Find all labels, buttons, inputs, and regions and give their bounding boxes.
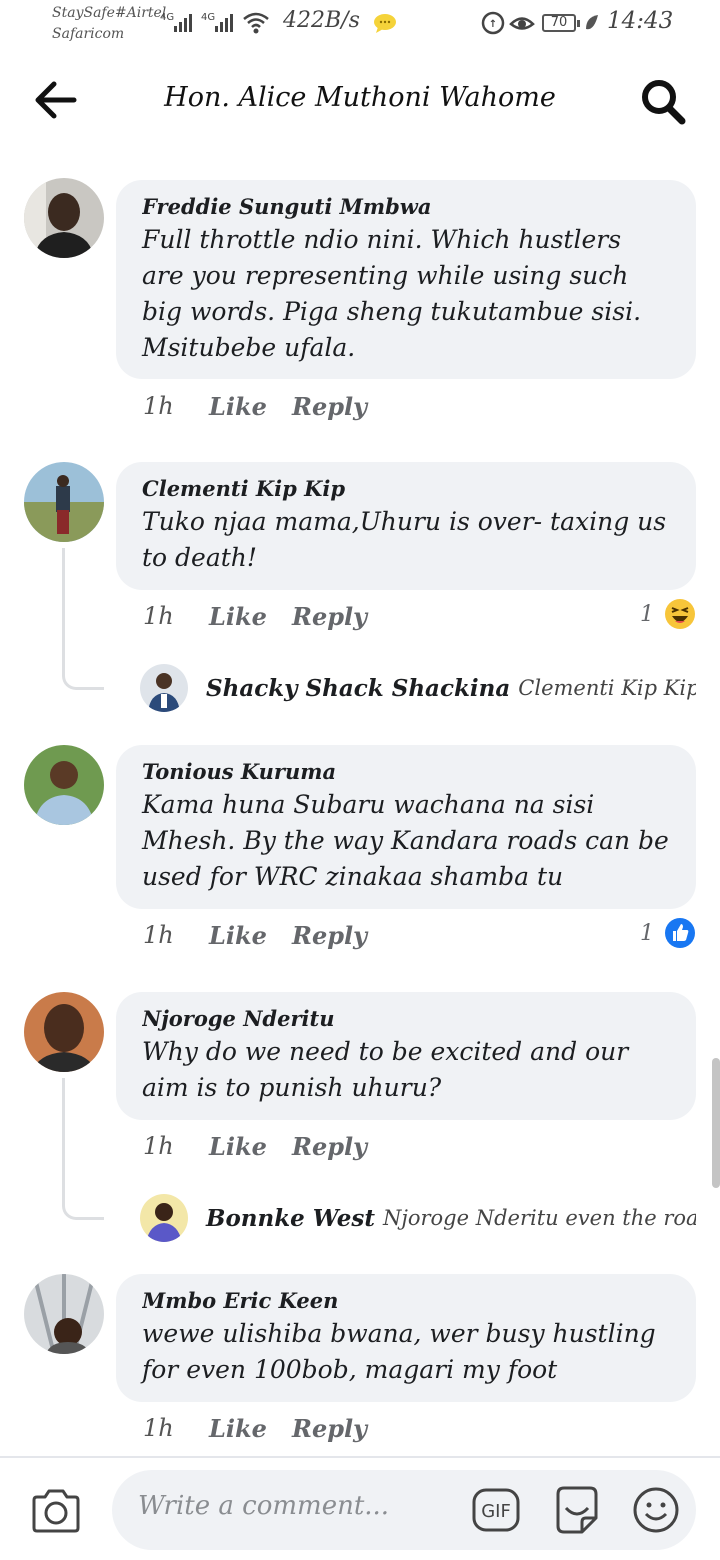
svg-text:GIF: GIF (481, 1501, 511, 1522)
comment-time[interactable]: 1h (143, 602, 209, 631)
comment-time[interactable]: 1h (143, 1414, 209, 1443)
reply-avatar[interactable] (140, 664, 188, 712)
comment-text: Tuko njaa mama,Uhuru is over- taxing us … (142, 507, 667, 572)
emoji-icon[interactable] (632, 1486, 680, 1534)
comment-author[interactable]: Tonious Kuruma (142, 759, 432, 785)
comment-input-placeholder: Write a comment... (138, 1491, 390, 1521)
data-saver-icon: ↑ (481, 11, 505, 35)
carrier-1: StaySafe#Airtel (52, 5, 167, 21)
comment-time[interactable]: 1h (143, 1132, 209, 1161)
wifi-icon (243, 12, 269, 34)
comment-actions: 1h Like Reply (143, 1132, 367, 1161)
signal-bars-2-icon (215, 10, 233, 32)
comment-author[interactable]: Njoroge Nderitu (142, 1006, 432, 1032)
avatar[interactable] (24, 462, 104, 542)
reaction-summary[interactable]: 1 (640, 917, 696, 949)
comment-actions: 1h Like Reply (143, 1414, 367, 1443)
comment-actions: 1h Like Reply (143, 392, 367, 421)
comment-author[interactable]: Mmbo Eric Keen (142, 1288, 432, 1314)
battery-indicator: 70 (542, 14, 580, 32)
avatar[interactable] (24, 745, 104, 825)
comment-text: Kama huna Subaru wachana na sisi Mhesh. … (142, 790, 669, 891)
avatar[interactable] (24, 992, 104, 1072)
comment-text: wewe ulishiba bwana, wer busy hustling f… (142, 1319, 656, 1384)
header: Hon. Alice Muthoni Wahome (0, 52, 720, 148)
avatar[interactable] (24, 1274, 104, 1354)
reply-preview-text: Clementi Kip Kip Bre... (518, 676, 696, 700)
comment-bubble[interactable]: Njoroge Nderitu Why do we need to be exc… (116, 992, 696, 1120)
comment-author[interactable]: Freddie Sunguti Mmbwavi (142, 194, 432, 220)
reaction-summary[interactable]: 1 (640, 598, 696, 630)
thumbs-up-icon (665, 918, 695, 948)
reaction-count: 1 (640, 601, 654, 627)
like-button[interactable]: Like (209, 392, 292, 421)
reply-preview[interactable]: Bonnke West Njoroge Nderitu even the roa… (140, 1194, 696, 1242)
reply-button[interactable]: Reply (292, 602, 367, 631)
signal-bars-1-icon (174, 10, 192, 32)
reply-author[interactable]: Bonnke West (206, 1205, 375, 1232)
comment-bubble[interactable]: Tonious Kuruma Kama huna Subaru wachana … (116, 745, 696, 909)
reply-thread-line (62, 548, 104, 690)
like-button[interactable]: Like (209, 602, 292, 631)
like-button[interactable]: Like (209, 1414, 292, 1443)
comment-bubble[interactable]: Clementi Kip Kip Tuko njaa mama,Uhuru is… (116, 462, 696, 590)
comment-time[interactable]: 1h (143, 921, 209, 950)
carrier-2: Safaricom (52, 26, 125, 42)
comment-bubble[interactable]: Freddie Sunguti Mmbwavi Full throttle nd… (116, 180, 696, 379)
reply-thread-line (62, 1078, 104, 1220)
sticker-icon[interactable] (552, 1484, 602, 1536)
scrollbar-thumb[interactable] (712, 1058, 720, 1188)
page-title: Hon. Alice Muthoni Wahome (164, 82, 556, 113)
clock: 14:43 (607, 8, 674, 34)
comment-actions: 1h Like Reply (143, 921, 367, 950)
messenger-bubble-icon (374, 14, 396, 33)
status-bar: StaySafe#Airtel Safaricom 4G 4G 422B/s ↑… (0, 0, 720, 52)
network-type-2: 4G (201, 12, 216, 23)
reply-preview-text: Njoroge Nderitu even the roads d... (382, 1206, 696, 1230)
comment-text: Why do we need to be excited and our aim… (142, 1037, 629, 1102)
like-button[interactable]: Like (209, 921, 292, 950)
comment-composer: Write a comment... GIF (0, 1456, 720, 1560)
reply-button[interactable]: Reply (292, 1414, 367, 1443)
reply-button[interactable]: Reply (292, 1132, 367, 1161)
comment-time[interactable]: 1h (143, 392, 209, 421)
leaf-icon (586, 15, 598, 30)
reply-preview[interactable]: Shacky Shack Shackina Clementi Kip Kip B… (140, 664, 696, 712)
reply-avatar[interactable] (140, 1194, 188, 1242)
network-speed: 422B/s (283, 8, 360, 33)
comment-text: Full throttle ndio nini. Which hustlers … (142, 225, 642, 362)
haha-emoji-icon (665, 599, 695, 629)
reply-author[interactable]: Shacky Shack Shackina (206, 675, 510, 702)
comment-actions: 1h Like Reply (143, 602, 367, 631)
carrier-labels: StaySafe#Airtel Safaricom (52, 3, 166, 45)
svg-text:↑: ↑ (489, 19, 497, 30)
camera-icon[interactable] (30, 1488, 82, 1534)
eye-comfort-icon (509, 17, 535, 30)
comment-bubble[interactable]: Mmbo Eric Keen wewe ulishiba bwana, wer … (116, 1274, 696, 1402)
reply-button[interactable]: Reply (292, 921, 367, 950)
gif-button-icon[interactable]: GIF (472, 1486, 520, 1534)
comment-author[interactable]: Clementi Kip Kip (142, 476, 432, 502)
network-type-1: 4G (160, 12, 175, 23)
like-button[interactable]: Like (209, 1132, 292, 1161)
avatar[interactable] (24, 178, 104, 258)
reaction-count: 1 (640, 920, 654, 946)
reply-button[interactable]: Reply (292, 392, 367, 421)
search-icon[interactable] (638, 78, 690, 126)
